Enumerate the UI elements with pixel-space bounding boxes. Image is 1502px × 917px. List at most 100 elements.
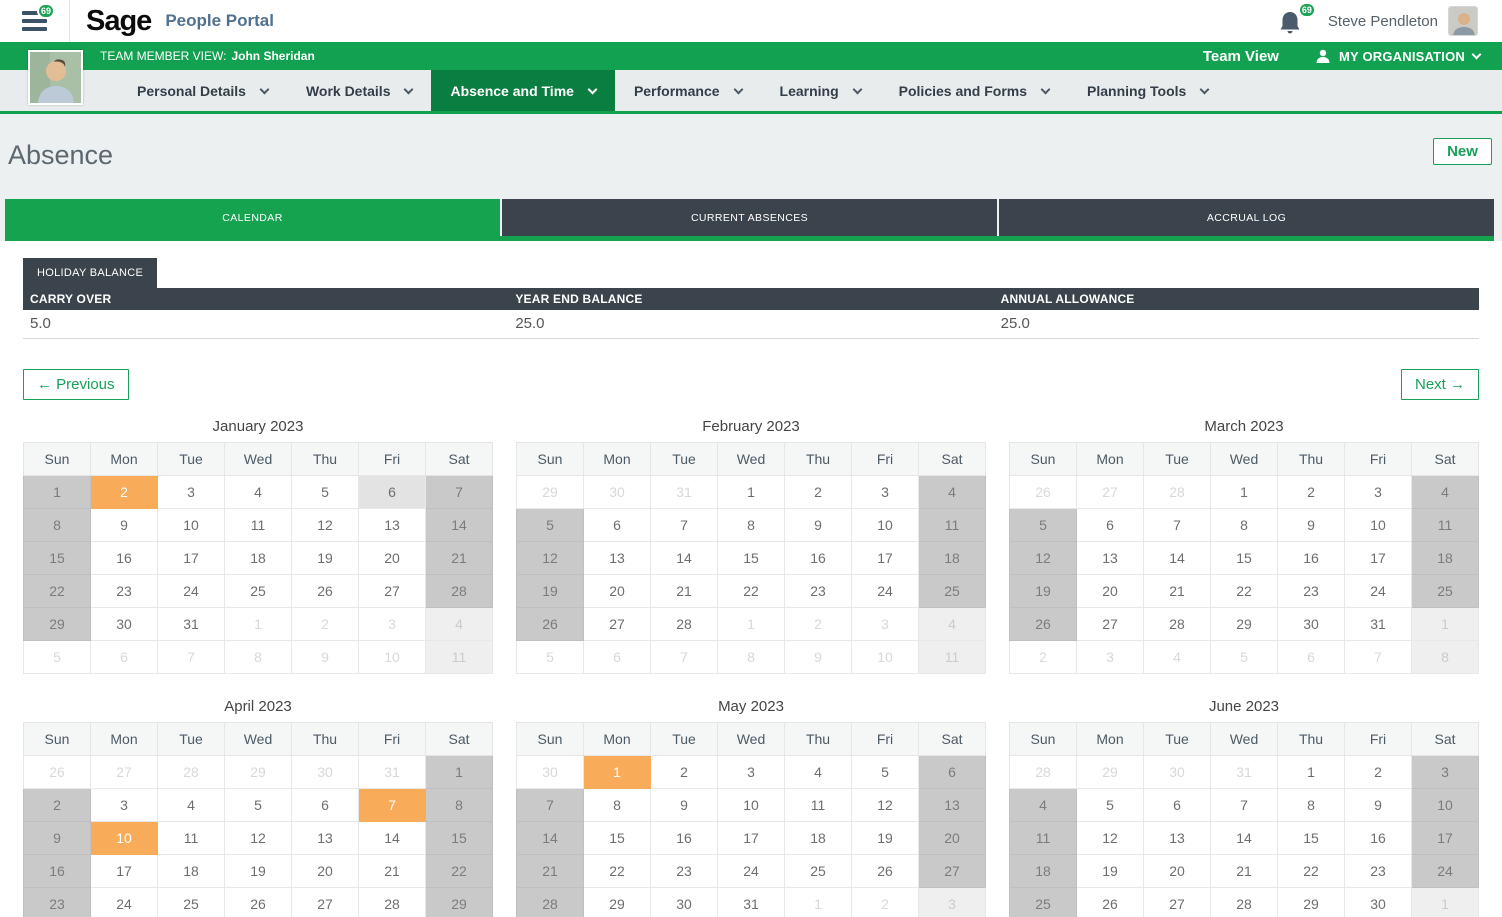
nav-tab-performance[interactable]: Performance bbox=[615, 70, 761, 111]
day-cell[interactable]: 4 bbox=[1144, 640, 1211, 673]
day-cell[interactable]: 26 bbox=[225, 887, 292, 917]
day-cell[interactable]: 30 bbox=[1345, 887, 1412, 917]
day-cell[interactable]: 22 bbox=[1278, 854, 1345, 887]
day-cell[interactable]: 10 bbox=[158, 508, 225, 541]
day-cell[interactable]: 4 bbox=[785, 755, 852, 788]
nav-tab-planning-tools[interactable]: Planning Tools bbox=[1068, 70, 1227, 111]
previous-month-button[interactable]: ← Previous bbox=[23, 369, 129, 400]
day-cell[interactable]: 7 bbox=[1345, 640, 1412, 673]
day-cell[interactable]: 20 bbox=[584, 574, 651, 607]
day-cell[interactable]: 22 bbox=[1211, 574, 1278, 607]
day-cell[interactable]: 16 bbox=[91, 541, 158, 574]
day-cell[interactable]: 2 bbox=[24, 788, 91, 821]
day-cell[interactable]: 8 bbox=[225, 640, 292, 673]
nav-tab-learning[interactable]: Learning bbox=[761, 70, 880, 111]
day-cell[interactable]: 5 bbox=[24, 640, 91, 673]
day-cell[interactable]: 23 bbox=[24, 887, 91, 917]
day-cell[interactable]: 29 bbox=[225, 755, 292, 788]
day-cell[interactable]: 5 bbox=[292, 475, 359, 508]
day-cell[interactable]: 1 bbox=[225, 607, 292, 640]
new-absence-button[interactable]: New bbox=[1433, 138, 1492, 165]
day-cell[interactable]: 15 bbox=[24, 541, 91, 574]
day-cell[interactable]: 3 bbox=[718, 755, 785, 788]
day-cell[interactable]: 15 bbox=[584, 821, 651, 854]
day-cell[interactable]: 2 bbox=[785, 475, 852, 508]
day-cell[interactable]: 6 bbox=[1278, 640, 1345, 673]
day-cell[interactable]: 16 bbox=[24, 854, 91, 887]
day-cell[interactable]: 26 bbox=[292, 574, 359, 607]
day-cell[interactable]: 7 bbox=[651, 640, 718, 673]
day-cell[interactable]: 6 bbox=[919, 755, 986, 788]
day-cell[interactable]: 2 bbox=[1345, 755, 1412, 788]
day-cell[interactable]: 8 bbox=[584, 788, 651, 821]
day-cell[interactable]: 13 bbox=[919, 788, 986, 821]
day-cell[interactable]: 17 bbox=[1345, 541, 1412, 574]
day-cell[interactable]: 6 bbox=[584, 640, 651, 673]
day-cell[interactable]: 26 bbox=[24, 755, 91, 788]
day-cell[interactable]: 12 bbox=[1077, 821, 1144, 854]
day-cell[interactable]: 24 bbox=[718, 854, 785, 887]
next-month-button[interactable]: Next → bbox=[1401, 369, 1479, 400]
day-cell[interactable]: 1 bbox=[1412, 607, 1479, 640]
day-cell[interactable]: 6 bbox=[1144, 788, 1211, 821]
day-cell[interactable]: 24 bbox=[91, 887, 158, 917]
day-cell[interactable]: 24 bbox=[1345, 574, 1412, 607]
day-cell[interactable]: 19 bbox=[292, 541, 359, 574]
day-cell[interactable]: 27 bbox=[359, 574, 426, 607]
day-cell[interactable]: 1 bbox=[718, 607, 785, 640]
day-cell[interactable]: 27 bbox=[1077, 607, 1144, 640]
day-cell[interactable]: 7 bbox=[426, 475, 493, 508]
day-cell[interactable]: 11 bbox=[1412, 508, 1479, 541]
day-cell[interactable]: 30 bbox=[91, 607, 158, 640]
day-cell[interactable]: 25 bbox=[785, 854, 852, 887]
day-cell[interactable]: 9 bbox=[24, 821, 91, 854]
day-cell[interactable]: 10 bbox=[91, 821, 158, 854]
section-tab-accrual-log[interactable]: ACCRUAL LOG bbox=[997, 199, 1494, 236]
day-cell[interactable]: 9 bbox=[785, 508, 852, 541]
day-cell[interactable]: 21 bbox=[426, 541, 493, 574]
day-cell[interactable]: 9 bbox=[651, 788, 718, 821]
day-cell[interactable]: 29 bbox=[1211, 607, 1278, 640]
day-cell[interactable]: 13 bbox=[1077, 541, 1144, 574]
current-user-avatar[interactable] bbox=[1448, 6, 1478, 36]
day-cell[interactable]: 4 bbox=[919, 475, 986, 508]
day-cell[interactable]: 4 bbox=[1412, 475, 1479, 508]
day-cell[interactable]: 2 bbox=[651, 755, 718, 788]
day-cell[interactable]: 11 bbox=[225, 508, 292, 541]
day-cell[interactable]: 19 bbox=[517, 574, 584, 607]
day-cell[interactable]: 8 bbox=[1278, 788, 1345, 821]
day-cell[interactable]: 4 bbox=[1010, 788, 1077, 821]
day-cell[interactable]: 1 bbox=[1412, 887, 1479, 917]
day-cell[interactable]: 31 bbox=[718, 887, 785, 917]
day-cell[interactable]: 29 bbox=[24, 607, 91, 640]
day-cell[interactable]: 8 bbox=[718, 640, 785, 673]
day-cell[interactable]: 18 bbox=[919, 541, 986, 574]
day-cell[interactable]: 31 bbox=[158, 607, 225, 640]
day-cell[interactable]: 29 bbox=[517, 475, 584, 508]
day-cell[interactable]: 15 bbox=[1211, 541, 1278, 574]
day-cell[interactable]: 28 bbox=[1144, 475, 1211, 508]
day-cell[interactable]: 28 bbox=[1010, 755, 1077, 788]
day-cell[interactable]: 12 bbox=[292, 508, 359, 541]
day-cell[interactable]: 9 bbox=[1278, 508, 1345, 541]
day-cell[interactable]: 1 bbox=[718, 475, 785, 508]
day-cell[interactable]: 15 bbox=[1278, 821, 1345, 854]
nav-tab-policies-and-forms[interactable]: Policies and Forms bbox=[880, 70, 1068, 111]
day-cell[interactable]: 20 bbox=[359, 541, 426, 574]
day-cell[interactable]: 7 bbox=[517, 788, 584, 821]
day-cell[interactable]: 8 bbox=[24, 508, 91, 541]
day-cell[interactable]: 27 bbox=[584, 607, 651, 640]
day-cell[interactable]: 23 bbox=[651, 854, 718, 887]
day-cell[interactable]: 4 bbox=[158, 788, 225, 821]
nav-tab-work-details[interactable]: Work Details bbox=[287, 70, 432, 111]
day-cell[interactable]: 18 bbox=[1010, 854, 1077, 887]
day-cell[interactable]: 11 bbox=[158, 821, 225, 854]
day-cell[interactable]: 12 bbox=[225, 821, 292, 854]
day-cell[interactable]: 28 bbox=[517, 887, 584, 917]
day-cell[interactable]: 28 bbox=[1144, 607, 1211, 640]
day-cell[interactable]: 20 bbox=[919, 821, 986, 854]
day-cell[interactable]: 5 bbox=[1077, 788, 1144, 821]
day-cell[interactable]: 3 bbox=[158, 475, 225, 508]
day-cell[interactable]: 24 bbox=[852, 574, 919, 607]
day-cell[interactable]: 17 bbox=[1412, 821, 1479, 854]
